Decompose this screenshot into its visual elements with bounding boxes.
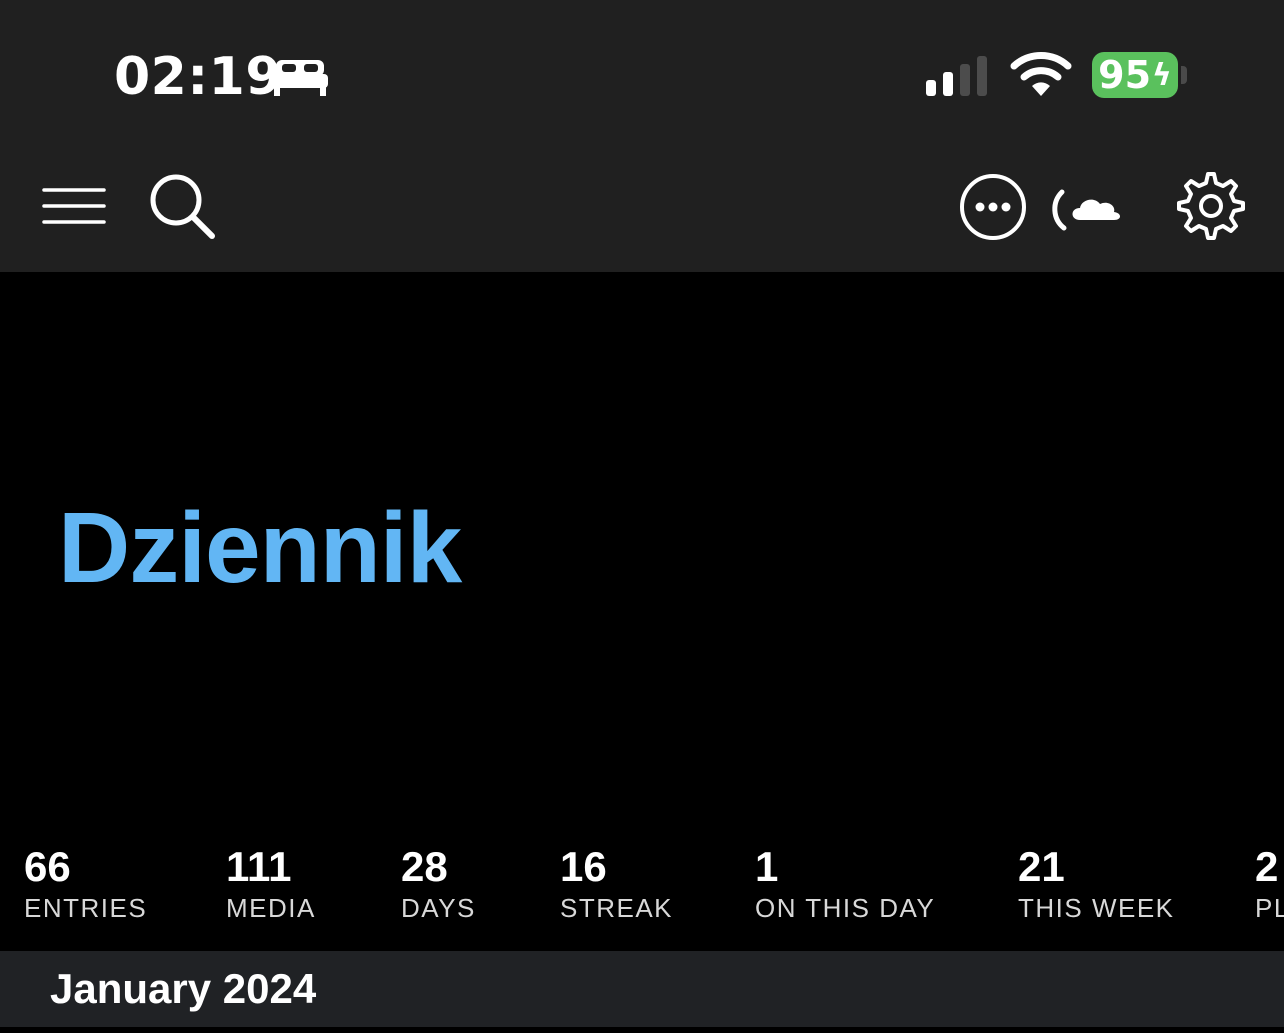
stat-value: 16	[560, 843, 607, 890]
stat-value: 1	[755, 843, 779, 890]
hamburger-menu-icon[interactable]	[42, 186, 106, 226]
stat-label: PL	[1255, 893, 1284, 923]
battery-cap	[1181, 66, 1187, 84]
month-label: January 2024	[50, 965, 317, 1012]
list-separator	[0, 1027, 1284, 1033]
stat-days[interactable]: 28 DAYS	[401, 840, 476, 924]
stat-value: 28	[401, 843, 448, 890]
battery-level: 95	[1098, 53, 1152, 97]
stat-streak[interactable]: 16 STREAK	[560, 840, 673, 924]
stat-label: THIS WEEK	[1018, 893, 1175, 923]
stat-value: 21	[1018, 843, 1065, 890]
stat-label: MEDIA	[226, 893, 316, 923]
stat-label: ENTRIES	[24, 893, 148, 923]
stat-media[interactable]: 111 MEDIA	[226, 840, 316, 924]
battery-charging-icon: ϟ	[1152, 57, 1172, 93]
stat-value: 2	[1255, 843, 1279, 890]
more-options-icon[interactable]	[958, 172, 1028, 242]
stat-places[interactable]: 2 PL	[1255, 840, 1284, 924]
stat-label: STREAK	[560, 893, 674, 923]
wifi-icon	[1010, 52, 1072, 96]
cloud-sync-icon[interactable]	[1050, 186, 1126, 232]
stat-value: 111	[226, 843, 292, 890]
stat-this-week[interactable]: 21 THIS WEEK	[1018, 840, 1175, 924]
battery-indicator: 95 ϟ	[1092, 52, 1178, 98]
journal-screen: 02:19 95 ϟ Dziennik 66 ENTRIES 111 MEDIA…	[0, 0, 1284, 1033]
status-time: 02:19	[114, 47, 283, 107]
stat-label: DAYS	[401, 893, 476, 923]
bed-icon	[272, 60, 328, 96]
journal-title[interactable]: Dziennik	[58, 488, 462, 608]
cellular-signal-icon	[926, 56, 987, 96]
stat-label: ON THIS DAY	[755, 893, 936, 923]
gear-icon[interactable]	[1170, 170, 1246, 242]
stat-value: 66	[24, 843, 71, 890]
stat-on-this-day[interactable]: 1 ON THIS DAY	[755, 840, 935, 924]
stats-bar: 66 ENTRIES 111 MEDIA 28 DAYS 16 STREAK 1…	[0, 840, 1284, 950]
search-icon[interactable]	[148, 172, 216, 240]
month-section-header: January 2024	[0, 951, 1284, 1027]
stat-entries[interactable]: 66 ENTRIES	[24, 840, 147, 924]
